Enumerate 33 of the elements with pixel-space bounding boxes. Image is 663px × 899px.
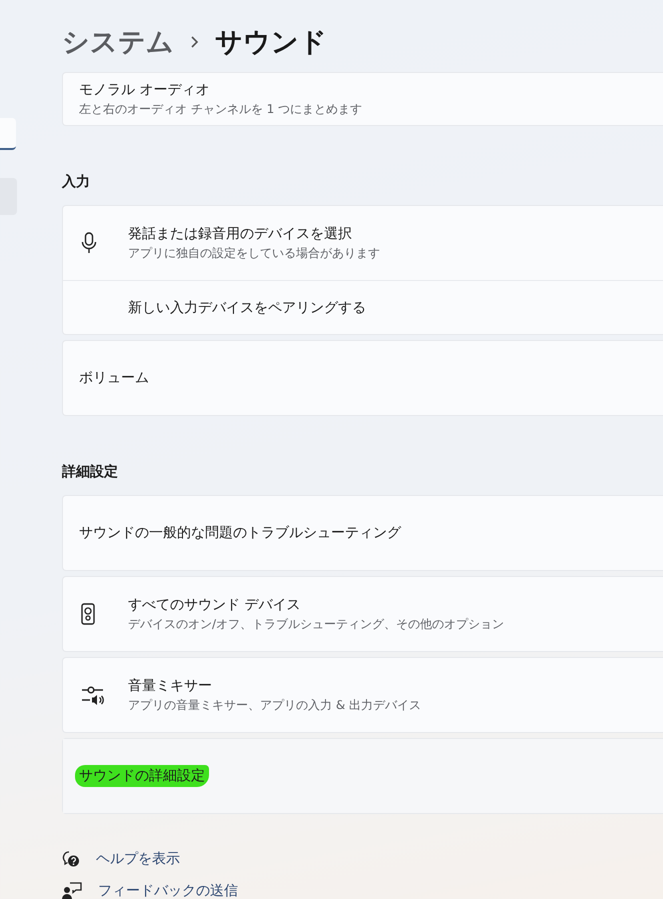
settings-row[interactable]: モノラル オーディオ 左と右のオーディオ チャンネルを 1 つにまとめます bbox=[63, 73, 663, 125]
settings-row[interactable]: 音量ミキサー アプリの音量ミキサー、アプリの入力 & 出力デバイス bbox=[63, 658, 663, 732]
setting-description: アプリに独自の設定をしている場合があります bbox=[128, 244, 380, 262]
link[interactable]: ヘルプを表示 bbox=[96, 850, 180, 868]
page-title: サウンド bbox=[215, 26, 327, 60]
mixer-icon bbox=[81, 685, 105, 705]
feedback-icon bbox=[62, 882, 82, 899]
setting-title: モノラル オーディオ bbox=[79, 80, 210, 98]
setting-description: デバイスのオン/オフ、トラブルシューティング、その他のオプション bbox=[128, 616, 504, 632]
section-heading: 詳細設定 bbox=[62, 462, 119, 482]
setting-title: 発話または録音用のデバイスを選択 bbox=[128, 224, 352, 242]
settings-row[interactable]: すべてのサウンド デバイス デバイスのオン/オフ、トラブルシューティング、その他のオプション bbox=[63, 577, 663, 651]
setting-title: 新しい入力デバイスをペアリングする bbox=[128, 298, 366, 316]
setting-title: サウンドの一般的な問題のトラブルシューティング bbox=[79, 524, 401, 542]
settings-row[interactable]: サウンドの一般的な問題のトラブルシューティング bbox=[63, 496, 663, 570]
setting-description: 左と右のオーディオ チャンネルを 1 つにまとめます bbox=[79, 100, 362, 118]
search-field[interactable] bbox=[0, 118, 16, 150]
settings-row[interactable]: ボリューム bbox=[63, 341, 663, 415]
setting-title: ボリューム bbox=[79, 369, 149, 387]
settings-row[interactable]: 新しい入力デバイスをペアリングする bbox=[63, 280, 663, 334]
settings-row[interactable]: 発話または録音用のデバイスを選択 アプリに独自の設定をしている場合があります bbox=[63, 206, 663, 280]
chevron-icon bbox=[190, 35, 199, 49]
link[interactable]: フィードバックの送信 bbox=[98, 882, 238, 899]
setting-title: 音量ミキサー bbox=[128, 676, 212, 694]
setting-title: サウンドの詳細設定 bbox=[75, 765, 209, 787]
microphone-icon bbox=[81, 232, 97, 254]
setting-description: アプリの音量ミキサー、アプリの入力 & 出力デバイス bbox=[128, 696, 421, 714]
speaker-icon bbox=[81, 603, 95, 625]
breadcrumb-parent[interactable]: システム bbox=[62, 24, 174, 60]
help-icon bbox=[62, 850, 80, 868]
settings-row[interactable]: サウンドの詳細設定 bbox=[63, 739, 663, 813]
section-heading: 入力 bbox=[62, 173, 91, 192]
setting-title: すべてのサウンド デバイス bbox=[128, 596, 300, 614]
